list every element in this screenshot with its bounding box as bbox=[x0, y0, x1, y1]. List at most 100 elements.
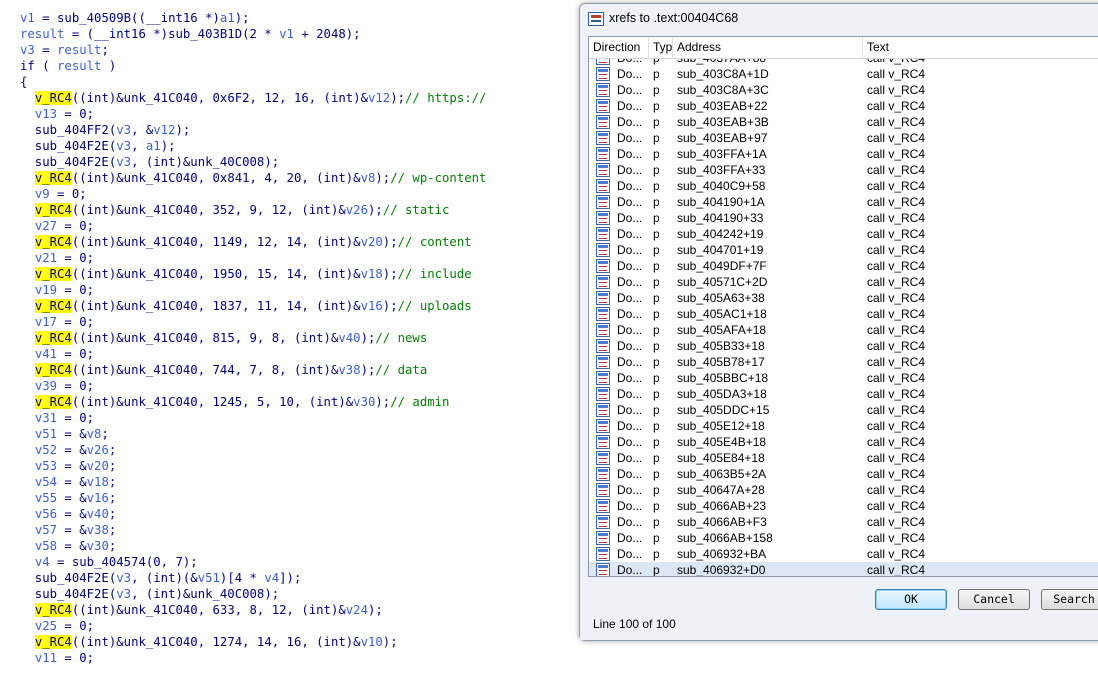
xref-row[interactable]: Do... p sub_405AC1+18 call v_RC4 bbox=[589, 306, 1098, 322]
code-line[interactable]: v39 = 0; bbox=[20, 378, 94, 394]
xref-row[interactable]: Do... p sub_403C8A+3C call v_RC4 bbox=[589, 82, 1098, 98]
xref-cell-address: sub_403EAB+97 bbox=[677, 131, 768, 145]
xref-row[interactable]: Do... p sub_4066AB+158 call v_RC4 bbox=[589, 530, 1098, 546]
xref-cell-text: call v_RC4 bbox=[867, 163, 926, 177]
code-line[interactable]: v55 = &v16; bbox=[20, 490, 116, 506]
code-line[interactable]: v25 = 0; bbox=[20, 618, 94, 634]
code-comment: // wp-content bbox=[390, 171, 487, 185]
xref-row[interactable]: Do... p sub_403EAB+3B call v_RC4 bbox=[589, 114, 1098, 130]
code-line[interactable]: v31 = 0; bbox=[20, 410, 94, 426]
code-line[interactable]: v58 = &v30; bbox=[20, 538, 116, 554]
column-header-direction[interactable]: Direction bbox=[589, 37, 649, 58]
code-line[interactable]: v4 = sub_404574(0, 7); bbox=[20, 554, 198, 570]
code-line[interactable]: v53 = &v20; bbox=[20, 458, 116, 474]
xref-row[interactable]: Do... p sub_4040C9+58 call v_RC4 bbox=[589, 178, 1098, 194]
xref-type-icon bbox=[596, 483, 610, 497]
code-line[interactable]: v9 = 0; bbox=[20, 186, 87, 202]
xref-row[interactable]: Do... p sub_4066AB+F3 call v_RC4 bbox=[589, 514, 1098, 530]
code-token: = 0; bbox=[57, 651, 95, 665]
code-variable: v41 bbox=[34, 347, 58, 361]
xref-type-icon bbox=[596, 211, 610, 225]
code-line[interactable]: v57 = &v38; bbox=[20, 522, 116, 538]
xrefs-list[interactable]: Direction Typ Address Text Do... p sub_403… bbox=[588, 36, 1098, 577]
xref-row[interactable]: Do... p sub_403FFA+1A call v_RC4 bbox=[589, 146, 1098, 162]
ok-button[interactable]: OK bbox=[875, 589, 947, 610]
xref-row[interactable]: Do... p sub_405B33+18 call v_RC4 bbox=[589, 338, 1098, 354]
xref-row[interactable]: Do... p sub_405BBC+18 call v_RC4 bbox=[589, 370, 1098, 386]
xref-row[interactable]: Do... p sub_4066AB+23 call v_RC4 bbox=[589, 498, 1098, 514]
code-line[interactable]: v1 = sub_40509B((__int16 *)a1); bbox=[20, 10, 250, 26]
code-line[interactable]: v_RC4((int)&unk_41C040, 0x841, 4, 20, (i… bbox=[20, 170, 486, 186]
code-line[interactable]: v_RC4((int)&unk_41C040, 744, 7, 8, (int)… bbox=[20, 362, 427, 378]
xref-row[interactable]: Do... p sub_405E84+18 call v_RC4 bbox=[589, 450, 1098, 466]
code-line[interactable]: v_RC4((int)&unk_41C040, 0x6F2, 12, 16, (… bbox=[20, 90, 486, 106]
code-line[interactable]: v_RC4((int)&unk_41C040, 815, 9, 8, (int)… bbox=[20, 330, 427, 346]
xref-row[interactable]: Do... p sub_405DDC+15 call v_RC4 bbox=[589, 402, 1098, 418]
code-line[interactable]: sub_404F2E(v3, (int)&unk_40C008); bbox=[20, 154, 279, 170]
code-line[interactable]: v_RC4((int)&unk_41C040, 352, 9, 12, (int… bbox=[20, 202, 449, 218]
xref-row[interactable]: Do... p sub_405A63+38 call v_RC4 bbox=[589, 290, 1098, 306]
code-variable: v8 bbox=[360, 171, 376, 185]
xref-row[interactable]: Do... p sub_4049DF+7F call v_RC4 bbox=[589, 258, 1098, 274]
xref-cell-text: call v_RC4 bbox=[867, 419, 926, 433]
code-line[interactable]: v27 = 0; bbox=[20, 218, 94, 234]
xref-row[interactable]: Do... p sub_405E12+18 call v_RC4 bbox=[589, 418, 1098, 434]
xref-row[interactable]: Do... p sub_403FFA+33 call v_RC4 bbox=[589, 162, 1098, 178]
code-line[interactable]: v21 = 0; bbox=[20, 250, 94, 266]
code-line[interactable]: v17 = 0; bbox=[20, 314, 94, 330]
code-line[interactable]: if ( result ) bbox=[20, 58, 116, 74]
xref-row[interactable]: Do... p sub_404242+19 call v_RC4 bbox=[589, 226, 1098, 242]
code-line[interactable]: sub_404F2E(v3, (int)&unk_40C008); bbox=[20, 586, 279, 602]
dialog-titlebar[interactable]: xrefs to .text:00404C68 bbox=[580, 4, 1098, 35]
code-line[interactable]: v_RC4((int)&unk_41C040, 1837, 11, 14, (i… bbox=[20, 298, 472, 314]
code-line[interactable]: result = (__int16 *)sub_403B1D(2 * v1 + … bbox=[20, 26, 361, 42]
xref-row[interactable]: Do... p sub_404190+33 call v_RC4 bbox=[589, 210, 1098, 226]
code-line[interactable]: v11 = 0; bbox=[20, 650, 94, 666]
xref-row[interactable]: Do... p sub_403EAB+22 call v_RC4 bbox=[589, 98, 1098, 114]
code-line[interactable]: v51 = &v8; bbox=[20, 426, 109, 442]
xref-row[interactable]: Do... p sub_404701+19 call v_RC4 bbox=[589, 242, 1098, 258]
code-line[interactable]: v3 = result; bbox=[20, 42, 109, 58]
highlighted-function-name: v_RC4 bbox=[34, 91, 72, 105]
xref-row[interactable]: Do... p sub_40647A+28 call v_RC4 bbox=[589, 482, 1098, 498]
xref-row[interactable]: Do... p sub_403C8A+1D call v_RC4 bbox=[589, 66, 1098, 82]
xref-row[interactable]: Do... p sub_4037AA+88 call v_RC4 bbox=[589, 59, 1098, 66]
xref-row[interactable]: Do... p sub_405AFA+18 call v_RC4 bbox=[589, 322, 1098, 338]
cancel-button[interactable]: Cancel bbox=[958, 589, 1030, 610]
code-line[interactable]: v52 = &v26; bbox=[20, 442, 116, 458]
xref-row[interactable]: Do... p sub_405B78+17 call v_RC4 bbox=[589, 354, 1098, 370]
code-token: ); bbox=[390, 91, 406, 105]
code-line[interactable]: sub_404F2E(v3, a1); bbox=[20, 138, 176, 154]
code-line[interactable]: v54 = &v18; bbox=[20, 474, 116, 490]
code-line[interactable]: v_RC4((int)&unk_41C040, 1149, 12, 14, (i… bbox=[20, 234, 472, 250]
column-header-type[interactable]: Typ bbox=[649, 37, 673, 58]
search-button[interactable]: Search bbox=[1041, 589, 1098, 610]
xref-row[interactable]: Do... p sub_405E4B+18 call v_RC4 bbox=[589, 434, 1098, 450]
code-line[interactable]: v_RC4((int)&unk_41C040, 1245, 5, 10, (in… bbox=[20, 394, 449, 410]
code-line[interactable]: v56 = &v40; bbox=[20, 506, 116, 522]
xref-row[interactable]: Do... p sub_404190+1A call v_RC4 bbox=[589, 194, 1098, 210]
xref-row[interactable]: Do... p sub_406932+D0 call v_RC4 bbox=[589, 562, 1098, 576]
code-line[interactable]: v13 = 0; bbox=[20, 106, 94, 122]
code-line[interactable]: v_RC4((int)&unk_41C040, 1950, 15, 14, (i… bbox=[20, 266, 472, 282]
code-line[interactable]: v_RC4((int)&unk_41C040, 1274, 14, 16, (i… bbox=[20, 634, 398, 650]
code-line[interactable]: v41 = 0; bbox=[20, 346, 94, 362]
code-line[interactable]: sub_404FF2(v3, &v12); bbox=[20, 122, 191, 138]
xref-row[interactable]: Do... p sub_403EAB+97 call v_RC4 bbox=[589, 130, 1098, 146]
xref-cell-text: call v_RC4 bbox=[867, 227, 926, 241]
column-header-address[interactable]: Address bbox=[673, 37, 863, 58]
code-line[interactable]: sub_404F2E(v3, (int)(&v51)[4 * v4]); bbox=[20, 570, 302, 586]
code-line[interactable]: v_RC4((int)&unk_41C040, 633, 8, 12, (int… bbox=[20, 602, 383, 618]
code-line[interactable]: { bbox=[20, 74, 27, 90]
column-header-text[interactable]: Text bbox=[863, 37, 1098, 58]
xref-row[interactable]: Do... p sub_40571C+2D call v_RC4 bbox=[589, 274, 1098, 290]
code-variable: v52 bbox=[34, 443, 58, 457]
code-token: sub_404F2E( bbox=[20, 139, 117, 153]
xref-row[interactable]: Do... p sub_4063B5+2A call v_RC4 bbox=[589, 466, 1098, 482]
xref-row[interactable]: Do... p sub_406932+BA call v_RC4 bbox=[589, 546, 1098, 562]
code-variable: v4 bbox=[264, 571, 280, 585]
xref-row[interactable]: Do... p sub_405DA3+18 call v_RC4 bbox=[589, 386, 1098, 402]
code-line[interactable]: v19 = 0; bbox=[20, 282, 94, 298]
